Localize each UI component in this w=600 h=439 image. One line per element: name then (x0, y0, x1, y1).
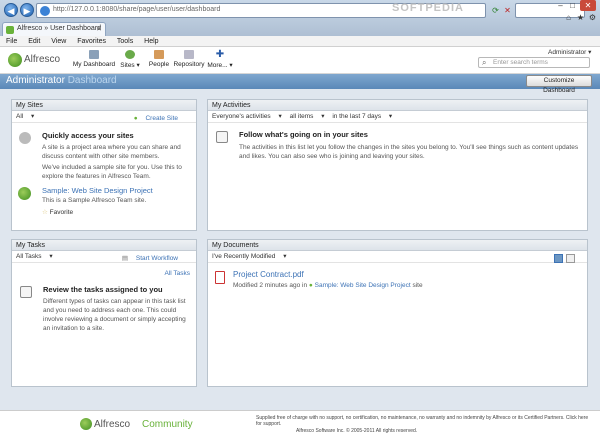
page-title: Administrator Dashboard (6, 75, 117, 86)
minimize-icon[interactable]: – (555, 0, 566, 11)
document-meta: Modified 2 minutes ago in ● Sample: Web … (233, 282, 423, 289)
dashlet-toolbar: Everyone's activities ▾ all items ▾ in t… (208, 111, 587, 123)
ie-page-icon (40, 6, 50, 16)
user-menu[interactable]: Administrator ▾ (548, 48, 591, 56)
activities-user-filter[interactable]: Everyone's activities ▾ (212, 113, 282, 120)
dashlet-toolbar: I've Recently Modified ▾ (208, 251, 587, 263)
user-name: Administrator (548, 49, 587, 56)
site-description: This is a Sample Alfresco Team site. (42, 197, 147, 204)
pdf-file-icon (215, 271, 225, 284)
tab-title: Alfresco » User Dashboard (17, 25, 102, 32)
menu-tools[interactable]: Tools (117, 38, 133, 45)
favorite-toggle[interactable]: ☆ Favorite (42, 208, 73, 216)
documents-filter-dropdown[interactable]: I've Recently Modified ▾ (212, 253, 286, 260)
start-workflow-link[interactable]: ▤ Start Workflow (122, 253, 184, 265)
menu-bar: File Edit View Favorites Tools Help (0, 36, 600, 47)
alfresco-logo-icon[interactable] (8, 53, 22, 67)
menu-file[interactable]: File (6, 38, 17, 45)
more-icon: ✚ (215, 49, 225, 60)
dashboard-icon (89, 50, 99, 59)
dashlet-title: My Activities (208, 100, 587, 111)
activities-type-filter[interactable]: all items ▾ (290, 113, 325, 120)
dashlet-toolbar: All ▾ ● Create Site (12, 111, 196, 123)
people-icon (154, 50, 164, 59)
my-sites-dashlet: My Sites All ▾ ● Create Site Quickly acc… (11, 99, 197, 231)
globe-icon: ● (133, 115, 138, 122)
copyright: Alfresco Software Inc. © 2005-2011 All r… (296, 428, 418, 434)
search-placeholder: Enter search terms (493, 59, 548, 66)
title-user: Administrator (6, 75, 65, 86)
customize-dashboard-button[interactable]: Customize Dashboard (526, 75, 592, 94)
dashlet-title: My Tasks (12, 240, 196, 251)
browser-chrome: ◀ ▶ http://127.0.0.1:8080/share/page/use… (0, 0, 600, 36)
activity-chart-icon (216, 131, 228, 143)
task-check-icon (20, 286, 32, 298)
search-input[interactable]: ⌕ Enter search terms (478, 57, 590, 68)
all-tasks-link[interactable]: All Tasks (164, 270, 190, 277)
refresh-icon[interactable]: ⟳ (490, 5, 501, 16)
close-icon[interactable]: ✕ (580, 0, 596, 11)
support-notice[interactable]: Supplied free of charge with no support,… (256, 415, 590, 427)
favorite-star-icon: ☆ (42, 209, 48, 216)
activities-paragraph: The activities in this list let you foll… (239, 144, 579, 160)
nav-label: Sites (120, 62, 135, 69)
brand-name[interactable]: Alfresco (24, 54, 60, 65)
my-tasks-dashlet: My Tasks All Tasks ▾ ▤ Start Workflow Al… (11, 239, 197, 387)
tasks-paragraph: Different types of tasks can appear in t… (43, 298, 186, 332)
menu-edit[interactable]: Edit (28, 38, 40, 45)
dashlet-title: My Sites (12, 100, 196, 111)
dashlet-title: My Documents (208, 240, 587, 251)
gear-icon[interactable]: ⚙ (587, 12, 598, 23)
create-site-link[interactable]: ● Create Site (134, 113, 184, 125)
alfresco-logo-icon (80, 418, 92, 430)
detailed-view-icon[interactable] (566, 254, 575, 263)
page-footer: Alfresco Community Supplied free of char… (0, 410, 600, 439)
document-link[interactable]: Project Contract.pdf (233, 270, 304, 279)
sites-icon (125, 50, 135, 59)
browser-tab[interactable]: Alfresco » User Dashboard ✕ (2, 22, 106, 36)
sites-filter-dropdown[interactable]: All ▾ (16, 113, 34, 120)
site-link[interactable]: Sample: Web Site Design Project (42, 186, 153, 195)
menu-favorites[interactable]: Favorites (77, 38, 106, 45)
title-suffix: Dashboard (67, 75, 117, 86)
watermark-text: SOFTPEDIA (392, 2, 464, 14)
url-text: http://127.0.0.1:8080/share/page/user/us… (53, 6, 221, 13)
footer-logo[interactable]: Alfresco Community (78, 414, 248, 436)
site-globe-icon: ● (308, 282, 313, 289)
sites-info-icon (19, 132, 31, 144)
activities-heading: Follow what's going on in your sites (239, 130, 368, 139)
activities-range-filter[interactable]: in the last 7 days ▾ (332, 113, 392, 120)
menu-help[interactable]: Help (144, 38, 158, 45)
favorites-star-icon[interactable]: ★ (575, 12, 586, 23)
repository-icon (184, 50, 194, 59)
search-icon: ⌕ (482, 58, 487, 67)
site-globe-icon (18, 187, 31, 200)
my-documents-dashlet: My Documents I've Recently Modified ▾ Pr… (207, 239, 588, 387)
sites-heading: Quickly access your sites (42, 131, 134, 140)
my-activities-dashlet: My Activities Everyone's activities ▾ al… (207, 99, 588, 231)
tab-favicon (6, 26, 14, 34)
sites-paragraph-2: We've included a sample site for you. Us… (42, 164, 182, 180)
simple-view-icon[interactable] (554, 254, 563, 263)
sites-paragraph-1: A site is a project area where you can s… (42, 144, 181, 160)
nav-label: More... (207, 62, 228, 69)
menu-view[interactable]: View (51, 38, 66, 45)
dashlet-toolbar: All Tasks ▾ ▤ Start Workflow (12, 251, 196, 263)
tasks-heading: Review the tasks assigned to you (43, 285, 163, 294)
workflow-icon: ▤ (121, 255, 129, 262)
stop-icon[interactable]: ✕ (502, 5, 513, 16)
maximize-icon[interactable]: □ (567, 0, 578, 11)
forward-icon[interactable]: ▶ (20, 3, 34, 17)
tasks-filter-dropdown[interactable]: All Tasks ▾ (16, 253, 53, 260)
nav-more[interactable]: ✚ More... ▾ (198, 49, 242, 70)
home-icon[interactable]: ⌂ (563, 12, 574, 23)
tab-close-icon[interactable]: ✕ (96, 25, 102, 33)
document-site-link[interactable]: Sample: Web Site Design Project (315, 282, 411, 289)
back-icon[interactable]: ◀ (4, 3, 18, 17)
